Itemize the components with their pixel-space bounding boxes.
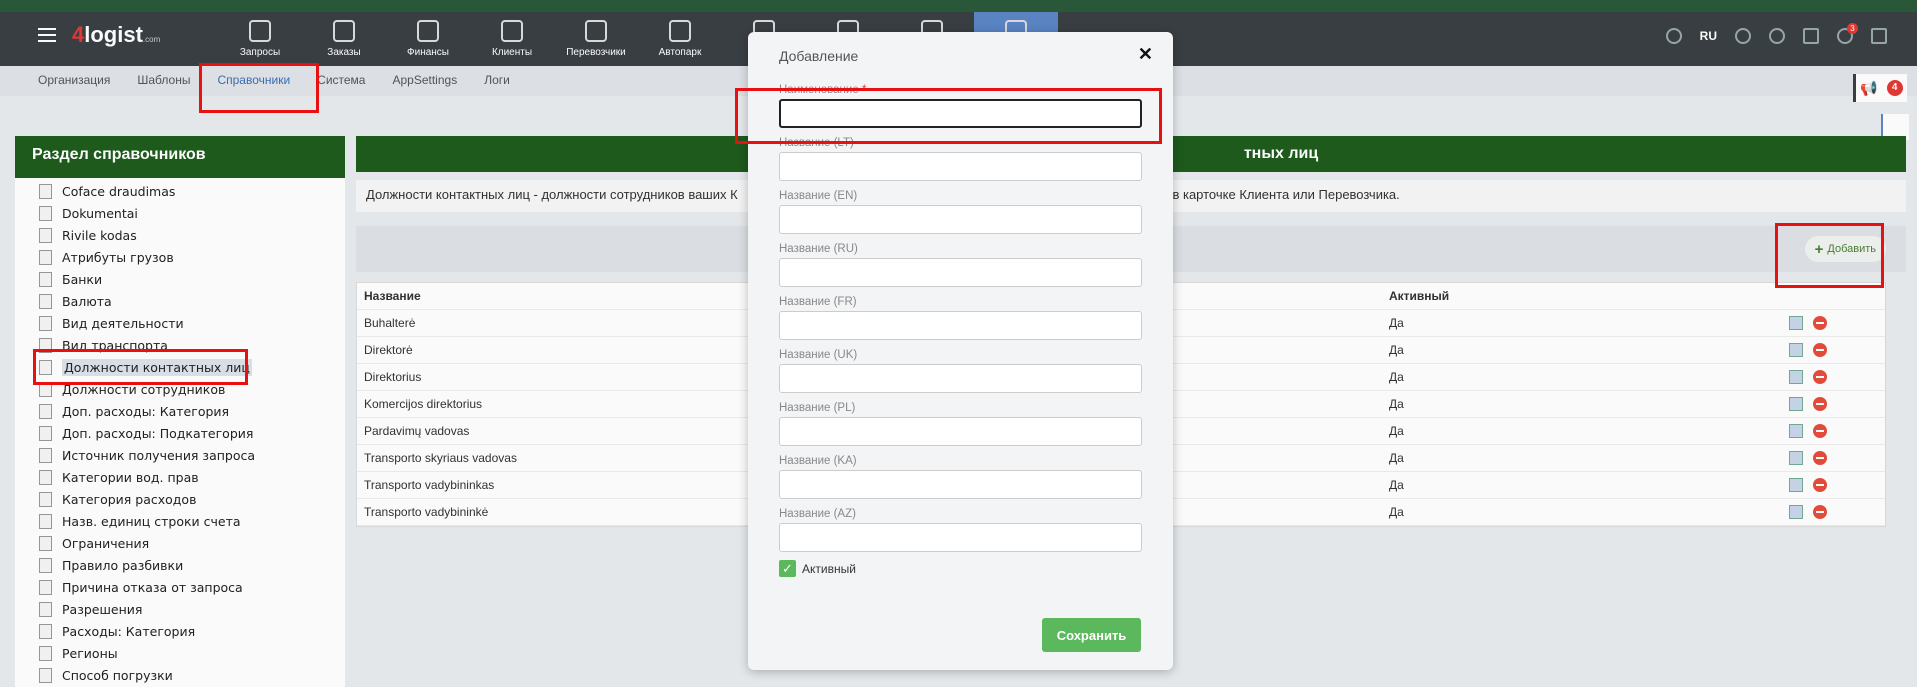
translation-input[interactable]: [779, 311, 1142, 340]
name-input[interactable]: [779, 99, 1142, 128]
field-label-text: Название (KA): [779, 455, 857, 467]
field-label-text: Наименование: [779, 84, 859, 96]
field-label-text: Название (UK): [779, 349, 858, 361]
field-label-text: Название (LT): [779, 137, 854, 149]
field-label: Название (AZ): [779, 508, 856, 520]
active-checkbox[interactable]: ✓: [779, 560, 796, 577]
active-label: Активный: [802, 561, 856, 576]
translation-input[interactable]: [779, 152, 1142, 181]
field-label: Название (PL): [779, 402, 855, 414]
required-marker: *: [861, 84, 867, 96]
translation-input[interactable]: [779, 470, 1142, 499]
translation-input[interactable]: [779, 523, 1142, 552]
field-label-text: Название (FR): [779, 296, 857, 308]
field-label: Название (LT): [779, 137, 854, 149]
field-label-text: Название (AZ): [779, 508, 856, 520]
add-dialog: Добавление ✕ Наименование * Название (LT)…: [748, 32, 1173, 670]
field-label: Название (FR): [779, 296, 857, 308]
field-label: Наименование *: [779, 84, 866, 96]
field-label-text: Название (PL): [779, 402, 856, 414]
field-label: Название (UK): [779, 349, 857, 361]
translation-input[interactable]: [779, 258, 1142, 287]
field-label: Название (EN): [779, 190, 857, 202]
translation-input[interactable]: [779, 205, 1142, 234]
translation-input[interactable]: [779, 417, 1142, 446]
dialog-title: Добавление: [779, 48, 859, 64]
field-label: Название (KA): [779, 455, 857, 467]
translation-input[interactable]: [779, 364, 1142, 393]
field-label-text: Название (EN): [779, 190, 858, 202]
close-icon[interactable]: ✕: [1138, 44, 1153, 65]
field-label-text: Название (RU): [779, 243, 858, 255]
active-checkbox-row: ✓ Активный: [779, 560, 856, 577]
save-button[interactable]: Сохранить: [1042, 618, 1141, 652]
field-label: Название (RU): [779, 243, 858, 255]
